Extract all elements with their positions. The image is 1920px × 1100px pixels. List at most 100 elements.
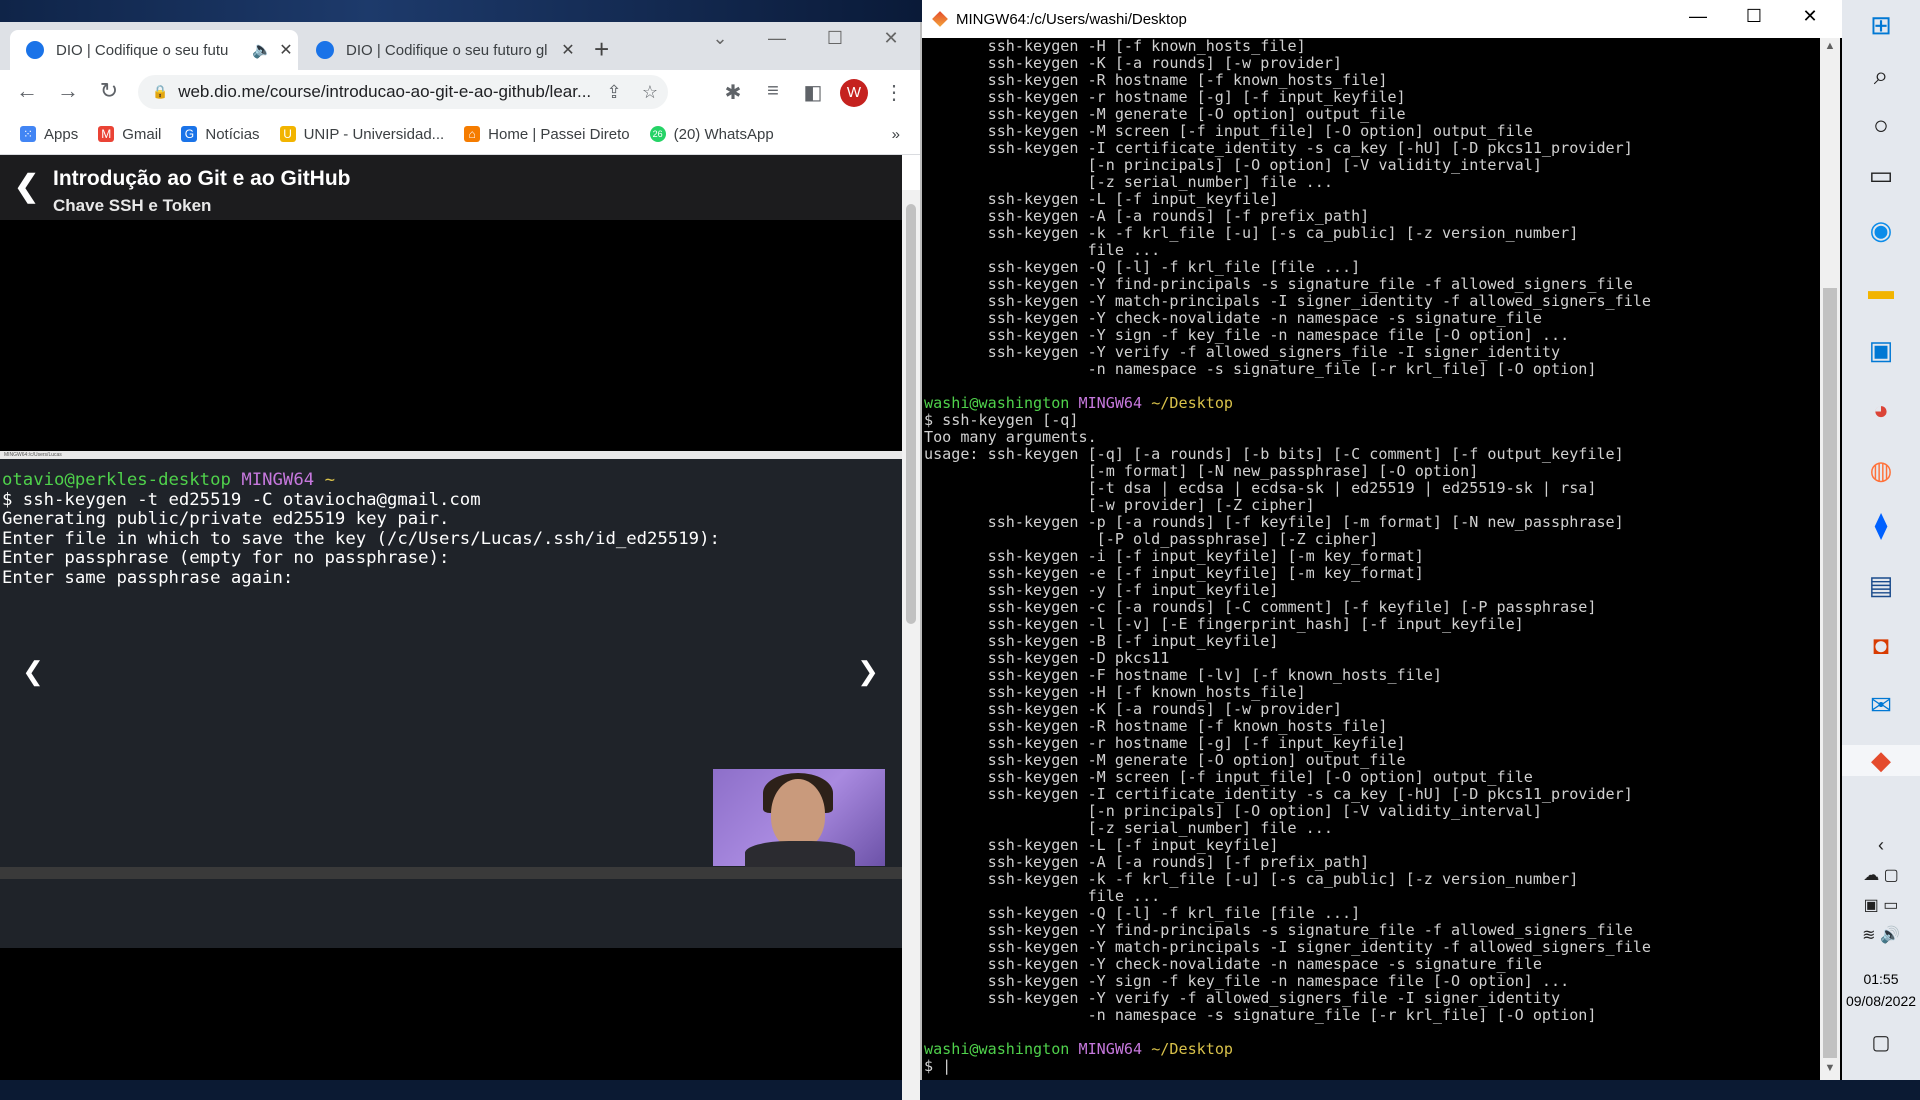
terminal-command: $ ssh-keygen [-q] — [924, 411, 1079, 429]
terminal-minimize-button[interactable]: — — [1670, 6, 1726, 27]
prompt-env: MINGW64 — [241, 470, 315, 490]
terminal-scrollbar[interactable]: ▲ ▼ — [1820, 38, 1840, 1080]
share-icon[interactable]: ⇪ — [596, 82, 632, 103]
volume-icon[interactable]: ≋ 🔊 — [1842, 925, 1920, 945]
desktop-wallpaper-strip — [0, 0, 922, 24]
lock-icon[interactable]: 🔒 — [152, 84, 168, 100]
bookmark-star-icon[interactable]: ☆ — [632, 82, 668, 103]
git-bash-taskbar-icon[interactable]: ◆ — [1842, 745, 1920, 776]
bookmark-label: UNIP - Universidad... — [303, 125, 445, 143]
forward-icon[interactable]: → — [51, 78, 85, 104]
video-terminal-titlebar: MINGW64:/c/Users/Lucas — [0, 451, 902, 459]
app-icon[interactable]: ▤ — [1842, 570, 1920, 601]
terminal-line: Enter file in which to save the key (/c/… — [2, 528, 720, 549]
terminal-input-prompt[interactable]: $ | — [924, 1057, 951, 1075]
profile-avatar[interactable]: W — [840, 79, 868, 107]
prompt-user: washi@washington — [924, 1040, 1070, 1058]
prompt-env: MINGW64 — [1078, 394, 1143, 412]
file-explorer-icon[interactable]: ▬ — [1842, 275, 1920, 306]
terminal-maximize-button[interactable]: ☐ — [1726, 6, 1782, 27]
scrollbar-thumb[interactable] — [906, 204, 916, 624]
audio-icon[interactable]: 🔈 — [250, 40, 274, 60]
video-terminal-text: otavio@perkles-desktop MINGW64 ~ $ ssh-k… — [2, 470, 720, 588]
bookmark-label: Gmail — [122, 125, 162, 143]
bookmark-gmail[interactable]: M Gmail — [98, 126, 161, 143]
course-page: ❮ Introdução ao Git e ao GitHub Chave SS… — [0, 155, 902, 1080]
new-tab-button[interactable]: + — [594, 34, 609, 65]
terminal-line: Enter passphrase (empty for no passphras… — [2, 548, 450, 568]
side-panel-icon[interactable]: ◧ — [796, 80, 830, 105]
video-progress-bar[interactable] — [0, 867, 902, 879]
office-icon[interactable]: ◘ — [1842, 630, 1920, 661]
tab-dio[interactable]: DIO | Codifique o seu futuro gl ✕ — [300, 30, 580, 70]
maximize-button[interactable]: ☐ — [812, 28, 858, 49]
extensions-icon[interactable]: ✱ — [716, 80, 750, 105]
media-control-icon[interactable]: ≡ — [756, 80, 790, 103]
scroll-up-icon[interactable]: ▲ — [1820, 40, 1840, 52]
prompt-dir: ~/Desktop — [1151, 1040, 1234, 1058]
system-clock[interactable]: 01:55 09/08/2022 — [1842, 968, 1920, 1012]
page-scrollbar[interactable] — [902, 190, 920, 1100]
scroll-down-icon[interactable]: ▼ — [1820, 1062, 1840, 1074]
tab-dio-active[interactable]: DIO | Codifique o seu futu 🔈 ✕ — [10, 30, 298, 70]
dio-favicon-icon — [26, 41, 44, 59]
terminal-close-button[interactable]: ✕ — [1782, 6, 1838, 27]
gmail-icon: M — [98, 126, 115, 142]
bookmark-noticias[interactable]: G Notícias — [181, 125, 260, 143]
whatsapp-icon: 26 — [649, 126, 666, 142]
back-icon[interactable]: ← — [10, 78, 44, 104]
address-bar[interactable]: 🔒 web.dio.me/course/introducao-ao-git-e-… — [138, 75, 668, 109]
cortana-icon[interactable]: ○ — [1842, 110, 1920, 141]
show-hidden-icons-chevron-icon[interactable]: ‹ — [1842, 835, 1920, 856]
course-header: ❮ Introdução ao Git e ao GitHub Chave SS… — [0, 155, 902, 220]
prompt-dir: ~ — [324, 470, 335, 490]
back-chevron-icon[interactable]: ❮ — [14, 169, 39, 204]
lesson-title: Chave SSH e Token — [53, 196, 212, 215]
tab-bar: DIO | Codifique o seu futu 🔈 ✕ DIO | Cod… — [0, 22, 920, 70]
notifications-icon[interactable]: ▢ — [1842, 1030, 1920, 1055]
onedrive-icon[interactable]: ☁ ▢ — [1842, 865, 1920, 885]
scrollbar-thumb[interactable] — [1823, 288, 1837, 1058]
video-player[interactable]: MINGW64:/c/Users/Lucas otavio@perkles-de… — [0, 451, 902, 948]
close-tab-icon[interactable]: ✕ — [274, 40, 298, 60]
instructor-webcam — [713, 769, 885, 871]
apps-grid-icon: ⁙ — [20, 126, 36, 142]
close-tab-icon[interactable]: ✕ — [556, 40, 580, 60]
start-windows-icon[interactable]: ⊞ — [1842, 10, 1920, 41]
bookmark-label: Notícias — [205, 125, 260, 143]
bookmark-whatsapp[interactable]: 26 (20) WhatsApp — [649, 126, 774, 143]
news-icon: G — [181, 126, 198, 142]
bookmark-apps[interactable]: ⁙ Apps — [20, 126, 78, 143]
search-icon[interactable]: ⌕ — [1842, 60, 1920, 92]
dio-favicon-icon — [316, 41, 334, 59]
terminal-line: Enter same passphrase again: — [2, 567, 304, 588]
prompt-user: washi@washington — [924, 394, 1070, 412]
store-icon[interactable]: ▣ — [1842, 335, 1920, 366]
next-slide-button[interactable]: ❯ — [843, 641, 893, 701]
battery-icon[interactable]: ▣ ▭ — [1842, 895, 1920, 915]
clock-date: 09/08/2022 — [1845, 993, 1917, 1009]
bookmarks-more-button[interactable]: » — [892, 126, 900, 143]
prompt-env: MINGW64 — [1078, 1040, 1143, 1058]
edge-icon[interactable]: ◉ — [1842, 215, 1920, 246]
menu-kebab-icon[interactable]: ⋮ — [877, 80, 911, 105]
chrome-icon[interactable]: ◕ — [1842, 395, 1920, 426]
firefox-icon[interactable]: ◍ — [1842, 455, 1920, 486]
bookmark-label: Apps — [44, 125, 79, 143]
terminal-line: Generating public/private ed25519 key pa… — [2, 509, 450, 529]
mail-icon[interactable]: ✉ — [1842, 690, 1920, 721]
reload-icon[interactable]: ↻ — [92, 78, 126, 104]
url-text[interactable]: web.dio.me/course/introducao-ao-git-e-ao… — [178, 82, 596, 102]
bookmark-passei-direto[interactable]: ⌂ Home | Passei Direto — [464, 126, 630, 143]
previous-slide-button[interactable]: ❮ — [8, 641, 58, 701]
close-window-button[interactable]: ✕ — [868, 28, 914, 49]
dropbox-icon[interactable]: ⧫ — [1842, 510, 1920, 541]
usage-block-top: ssh-keygen -H [-f known_hosts_file] ssh-… — [987, 37, 1651, 378]
tab-title: DIO | Codifique o seu futuro gl — [346, 41, 548, 59]
course-title: Introdução ao Git e ao GitHub — [53, 167, 351, 190]
tab-search-icon[interactable]: ⌄ — [697, 28, 743, 49]
terminal-output[interactable]: ssh-keygen -H [-f known_hosts_file] ssh-… — [924, 38, 1651, 1075]
minimize-button[interactable]: — — [754, 28, 800, 49]
task-view-icon[interactable]: ▭ — [1842, 160, 1920, 191]
bookmark-unip[interactable]: U UNIP - Universidad... — [279, 125, 445, 143]
